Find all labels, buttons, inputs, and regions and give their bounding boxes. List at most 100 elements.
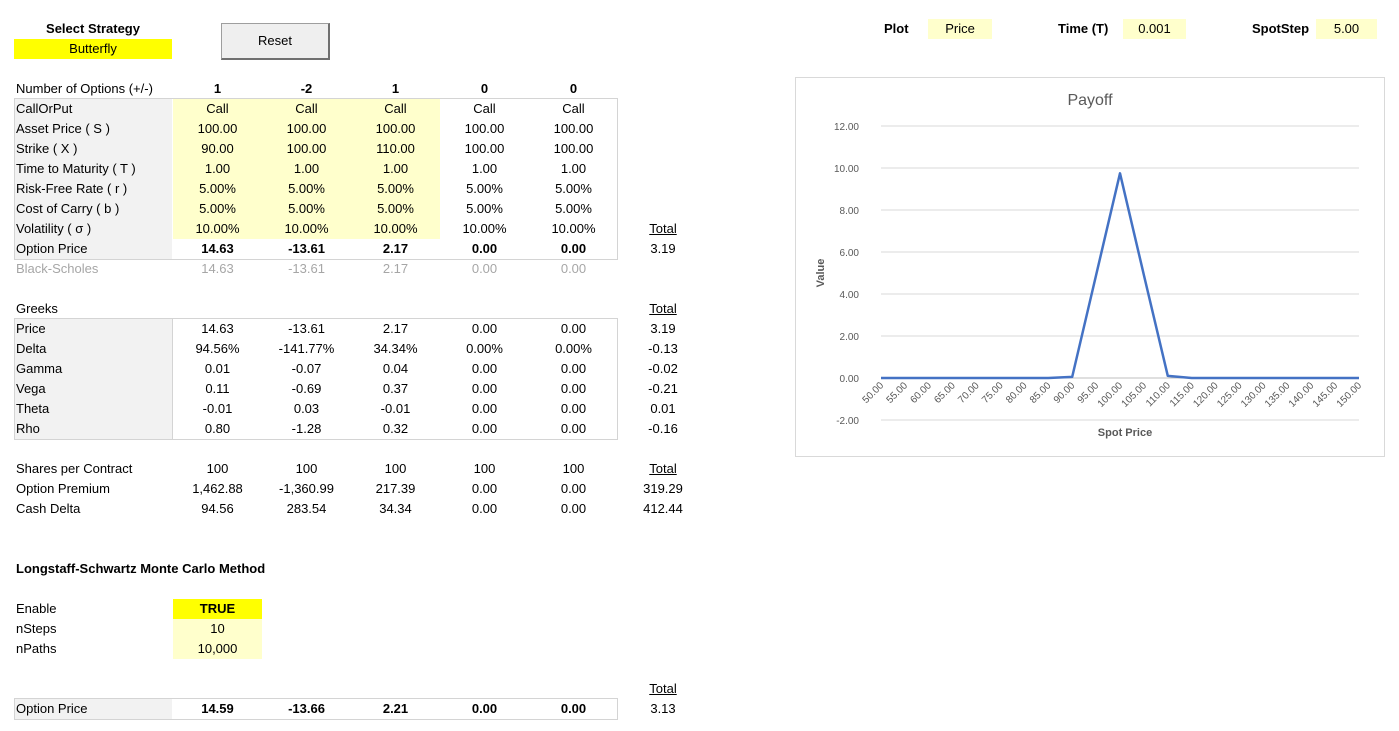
asset-price-cell[interactable]: 100.00 [529, 119, 618, 139]
shares-per-contract-label: Shares per Contract [16, 461, 133, 476]
callorput-cell[interactable]: Call [262, 99, 351, 119]
cost-of-carry-cell[interactable]: 5.00% [440, 199, 529, 219]
time-input[interactable]: 0.001 [1123, 19, 1186, 39]
shares-per-contract-cell[interactable]: 100 [529, 459, 618, 479]
greek-delta-cell: -141.77% [278, 341, 335, 356]
plot-select[interactable]: Price [928, 19, 992, 39]
strike-cell[interactable]: 100.00 [529, 139, 618, 159]
cost-of-carry-cell[interactable]: 5.00% [529, 199, 618, 219]
x-tick-label: 100.00 [1096, 380, 1126, 410]
volatility-cell[interactable]: 10.00% [529, 219, 618, 239]
greek-price-cell: -13.61 [288, 321, 325, 336]
black-scholes-cell: 0.00 [471, 261, 498, 276]
mc-total-header: Total [649, 681, 677, 696]
x-tick-label: 60.00 [908, 380, 934, 406]
cost-of-carry-label: Cost of Carry ( b ) [16, 201, 120, 216]
mc-option-price-cell: 2.21 [382, 701, 409, 716]
time-label: Time (T) [1058, 21, 1109, 36]
y-tick-label: 4.00 [840, 290, 860, 301]
option-price-cell: 14.63 [201, 241, 234, 256]
x-tick-label: 85.00 [1028, 380, 1054, 406]
reset-button[interactable]: Reset [221, 23, 330, 60]
greek-theta-cell: 0.00 [560, 401, 587, 416]
payoff-chart[interactable]: Payoff -2.00 0.00 2.00 4.00 6.00 8.00 10.00 12.0… [795, 77, 1385, 457]
option-price-label: Option Price [16, 241, 88, 256]
greek-gamma-label: Gamma [16, 361, 63, 376]
callorput-cell[interactable]: Call [173, 99, 262, 119]
greek-vega-total: -0.21 [648, 381, 678, 396]
asset-price-cell[interactable]: 100.00 [440, 119, 529, 139]
asset-price-cell[interactable]: 100.00 [173, 119, 262, 139]
cash-delta-cell: 0.00 [471, 501, 498, 516]
shares-per-contract-cell[interactable]: 100 [262, 459, 351, 479]
volatility-cell[interactable]: 10.00% [351, 219, 440, 239]
nsteps-input[interactable]: 10 [173, 619, 262, 639]
asset-price-cell[interactable]: 100.00 [262, 119, 351, 139]
greek-delta-cell: 34.34% [373, 341, 418, 356]
maturity-cell[interactable]: 1.00 [173, 159, 262, 179]
risk-free-cell[interactable]: 5.00% [440, 179, 529, 199]
strike-cell[interactable]: 110.00 [351, 139, 440, 159]
shares-per-contract-cell[interactable]: 100 [173, 459, 262, 479]
strike-cell[interactable]: 100.00 [440, 139, 529, 159]
y-tick-label: 6.00 [840, 248, 860, 259]
cost-of-carry-cell[interactable]: 5.00% [262, 199, 351, 219]
plot-label: Plot [884, 21, 909, 36]
risk-free-cell[interactable]: 5.00% [529, 179, 618, 199]
y-tick-label: -2.00 [836, 416, 859, 427]
num-options-3[interactable]: 1 [351, 79, 440, 99]
x-tick-label: 55.00 [885, 380, 911, 406]
num-options-1[interactable]: 1 [173, 79, 262, 99]
greek-rho-total: -0.16 [648, 421, 678, 436]
enable-toggle[interactable]: TRUE [173, 599, 262, 619]
greek-rho-label: Rho [16, 421, 40, 436]
x-tick-label: 145.00 [1311, 380, 1341, 410]
num-options-4[interactable]: 0 [440, 79, 529, 99]
black-scholes-cell: 0.00 [560, 261, 587, 276]
asset-price-cell[interactable]: 100.00 [351, 119, 440, 139]
x-tick-label: 90.00 [1052, 380, 1078, 406]
x-tick-label: 110.00 [1144, 380, 1173, 409]
npaths-label: nPaths [16, 641, 57, 656]
npaths-input[interactable]: 10,000 [173, 639, 262, 659]
option-premium-cell: 217.39 [375, 481, 416, 496]
maturity-cell[interactable]: 1.00 [262, 159, 351, 179]
volatility-cell[interactable]: 10.00% [262, 219, 351, 239]
total-header: Total [649, 221, 677, 236]
strategy-dropdown[interactable]: Butterfly [14, 39, 172, 59]
greek-price-cell: 2.17 [382, 321, 409, 336]
x-tick-label: 70.00 [956, 380, 982, 406]
maturity-cell[interactable]: 1.00 [351, 159, 440, 179]
strike-cell[interactable]: 90.00 [173, 139, 262, 159]
maturity-cell[interactable]: 1.00 [529, 159, 618, 179]
nsteps-label: nSteps [16, 621, 57, 636]
greek-price-label: Price [16, 321, 46, 336]
callorput-cell[interactable]: Call [351, 99, 440, 119]
shares-per-contract-cell[interactable]: 100 [351, 459, 440, 479]
shares-per-contract-cell[interactable]: 100 [440, 459, 529, 479]
black-scholes-label: Black-Scholes [16, 261, 99, 276]
greek-price-cell: 0.00 [471, 321, 498, 336]
cost-of-carry-cell[interactable]: 5.00% [173, 199, 262, 219]
risk-free-cell[interactable]: 5.00% [173, 179, 262, 199]
contracts-total-header: Total [649, 461, 677, 476]
strike-cell[interactable]: 100.00 [262, 139, 351, 159]
risk-free-cell[interactable]: 5.00% [262, 179, 351, 199]
cost-of-carry-cell[interactable]: 5.00% [351, 199, 440, 219]
maturity-cell[interactable]: 1.00 [440, 159, 529, 179]
risk-free-cell[interactable]: 5.00% [351, 179, 440, 199]
spotstep-input[interactable]: 5.00 [1316, 19, 1377, 39]
num-options-2[interactable]: -2 [262, 79, 351, 99]
option-price-cell: 0.00 [560, 241, 587, 256]
greek-gamma-cell: 0.00 [471, 361, 498, 376]
x-tick-label: 65.00 [932, 380, 958, 406]
volatility-cell[interactable]: 10.00% [173, 219, 262, 239]
callorput-cell[interactable]: Call [440, 99, 529, 119]
monte-carlo-title: Longstaff-Schwartz Monte Carlo Method [16, 561, 266, 576]
callorput-cell[interactable]: Call [529, 99, 618, 119]
volatility-cell[interactable]: 10.00% [440, 219, 529, 239]
greek-delta-cell: 0.00% [555, 341, 592, 356]
num-options-5[interactable]: 0 [529, 79, 618, 99]
greek-delta-label: Delta [16, 341, 47, 356]
cash-delta-label: Cash Delta [16, 501, 81, 516]
